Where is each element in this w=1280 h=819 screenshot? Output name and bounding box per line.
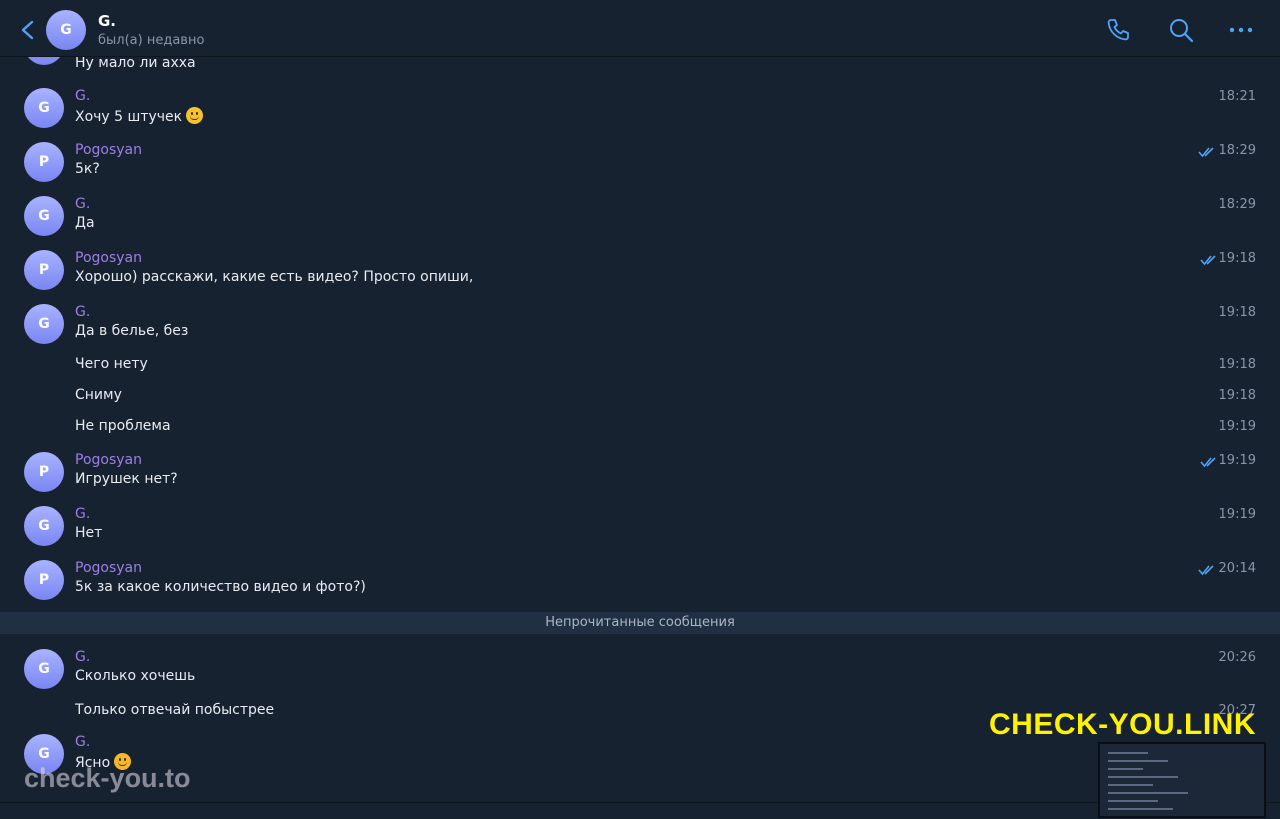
message-text: Хорошо) расскажи, какие есть видео? Прос… <box>75 269 474 285</box>
message-time: 19:18 <box>1218 251 1256 266</box>
sender-name[interactable]: G. <box>75 196 90 212</box>
message-text: Да <box>75 215 95 231</box>
message-time: 20:14 <box>1218 561 1256 576</box>
avatar[interactable]: G <box>24 88 64 128</box>
unread-divider: Непрочитанные сообщения <box>0 612 1280 634</box>
more-icon[interactable] <box>1227 16 1255 44</box>
double-check-icon <box>1200 457 1216 468</box>
message-text-content: Хочу 5 штучек <box>75 109 183 125</box>
message-time: 19:19 <box>1218 419 1256 434</box>
sender-name[interactable]: G. <box>75 304 90 320</box>
sender-name[interactable]: G. <box>75 506 90 522</box>
avatar[interactable]: G <box>24 649 64 689</box>
message-time: 19:18 <box>1218 357 1256 372</box>
contact-avatar[interactable]: G <box>46 10 86 50</box>
message-text: Хочу 5 штучек <box>75 107 204 125</box>
search-icon[interactable] <box>1167 16 1195 44</box>
message-time: 18:29 <box>1218 143 1256 158</box>
avatar[interactable]: P <box>24 250 64 290</box>
message-text: Сколько хочешь <box>75 668 196 684</box>
back-arrow-icon[interactable] <box>18 19 38 41</box>
avatar[interactable]: G <box>24 57 64 65</box>
sender-name[interactable]: Pogosyan <box>75 560 142 576</box>
message-time: 20:26 <box>1218 650 1256 665</box>
avatar[interactable]: G <box>24 304 64 344</box>
avatar[interactable]: P <box>24 560 64 600</box>
watermark-small: check-you.to <box>24 763 191 793</box>
sender-name[interactable]: Pogosyan <box>75 142 142 158</box>
message-time: 18:29 <box>1218 197 1256 212</box>
message-text: Нет <box>75 525 103 541</box>
message-text: 5к? <box>75 161 100 177</box>
double-check-icon <box>1198 147 1214 158</box>
avatar[interactable]: P <box>24 142 64 182</box>
message-text: Игрушек нет? <box>75 471 178 487</box>
sender-name[interactable]: Pogosyan <box>75 250 142 266</box>
slightly-smiling-face-icon <box>186 107 204 124</box>
message-text: Да в белье, без <box>75 323 189 339</box>
sender-name[interactable]: G. <box>75 734 90 750</box>
phone-icon[interactable] <box>1104 16 1132 44</box>
message-time: 19:19 <box>1218 507 1256 522</box>
message-time: 19:18 <box>1218 388 1256 403</box>
message-time: 18:21 <box>1218 89 1256 104</box>
message-text: 5к за какое количество видео и фото?) <box>75 579 366 595</box>
message-list[interactable]: G Ну мало ли ахха G G. Хочу 5 штучек 18:… <box>0 57 1280 802</box>
sender-name[interactable]: G. <box>75 649 90 665</box>
message-text: Чего нету <box>75 356 148 372</box>
contact-status: был(а) недавно <box>98 33 205 48</box>
message-text: Сниму <box>75 387 122 403</box>
watermark-large: CHECK-YOU.LINK <box>989 708 1256 741</box>
chat-header: G G. был(а) недавно <box>0 0 1280 57</box>
message-time: 19:18 <box>1218 305 1256 320</box>
message-text: Не проблема <box>75 418 171 434</box>
composer-bar[interactable] <box>0 802 1280 819</box>
double-check-icon <box>1198 565 1214 576</box>
double-check-icon <box>1200 255 1216 266</box>
message-time: 19:19 <box>1218 453 1256 468</box>
sender-name[interactable]: G. <box>75 88 90 104</box>
contact-name[interactable]: G. <box>98 12 116 30</box>
avatar[interactable]: P <box>24 452 64 492</box>
sender-name[interactable]: Pogosyan <box>75 452 142 468</box>
message-text: Ну мало ли ахха <box>75 57 196 71</box>
screenshot-thumbnail <box>1098 742 1266 818</box>
avatar[interactable]: G <box>24 196 64 236</box>
avatar[interactable]: G <box>24 506 64 546</box>
message-text: Только отвечай побыстрее <box>75 702 275 718</box>
